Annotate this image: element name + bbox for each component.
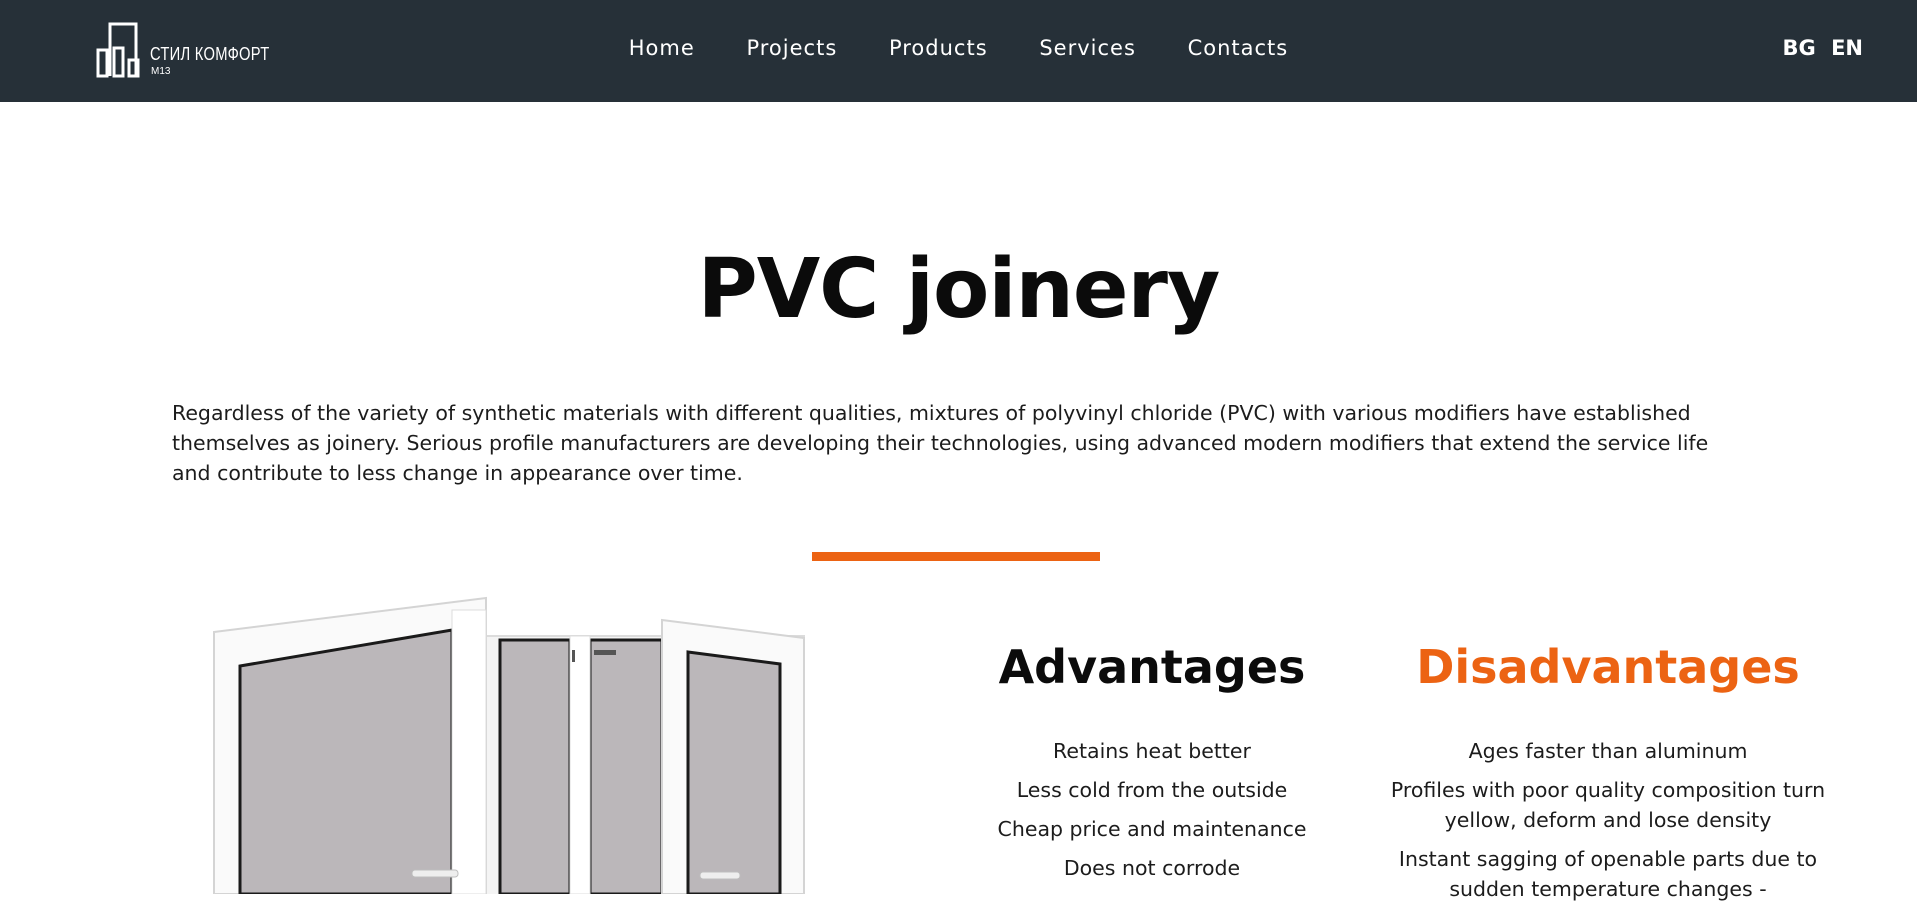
lang-en[interactable]: EN <box>1831 36 1863 60</box>
nav-projects[interactable]: Projects <box>746 36 837 60</box>
brand-subtitle: M13 <box>151 66 171 77</box>
pvc-window-image <box>200 588 830 907</box>
page-title: PVC joinery <box>697 242 1221 337</box>
lang-bg[interactable]: BG <box>1783 36 1816 60</box>
nav-contacts[interactable]: Contacts <box>1188 36 1289 60</box>
disadvantage-item: Ages faster than aluminum <box>1468 739 1748 763</box>
advantages-list: Retains heat better Less cold from the o… <box>932 736 1372 892</box>
nav-products[interactable]: Products <box>889 36 988 60</box>
advantages-title: Advantages <box>998 640 1306 694</box>
site-header: СТИЛ КОМФОРТ M13 Home Projects Products … <box>0 0 1917 102</box>
disadvantage-item: Profiles with poor quality composition t… <box>1390 778 1826 832</box>
advantage-item: Does not corrode <box>1063 856 1241 880</box>
disadvantages-title: Disadvantages <box>1416 640 1800 694</box>
disadvantage-item: Instant sagging of openable parts due to… <box>1398 847 1818 901</box>
disadvantages-list: Ages faster than aluminum Profiles with … <box>1388 736 1828 913</box>
language-switcher: BG EN <box>1775 36 1863 60</box>
nav-services[interactable]: Services <box>1039 36 1136 60</box>
nav-home[interactable]: Home <box>629 36 695 60</box>
accent-divider <box>812 552 1100 561</box>
advantage-item: Retains heat better <box>1053 739 1251 763</box>
advantage-item: Less cold from the outside <box>1016 778 1288 802</box>
intro-paragraph: Regardless of the variety of synthetic m… <box>172 401 1709 485</box>
main-menu: Home Projects Products Services Contacts <box>0 36 1917 60</box>
advantage-item: Cheap price and maintenance <box>997 817 1307 841</box>
